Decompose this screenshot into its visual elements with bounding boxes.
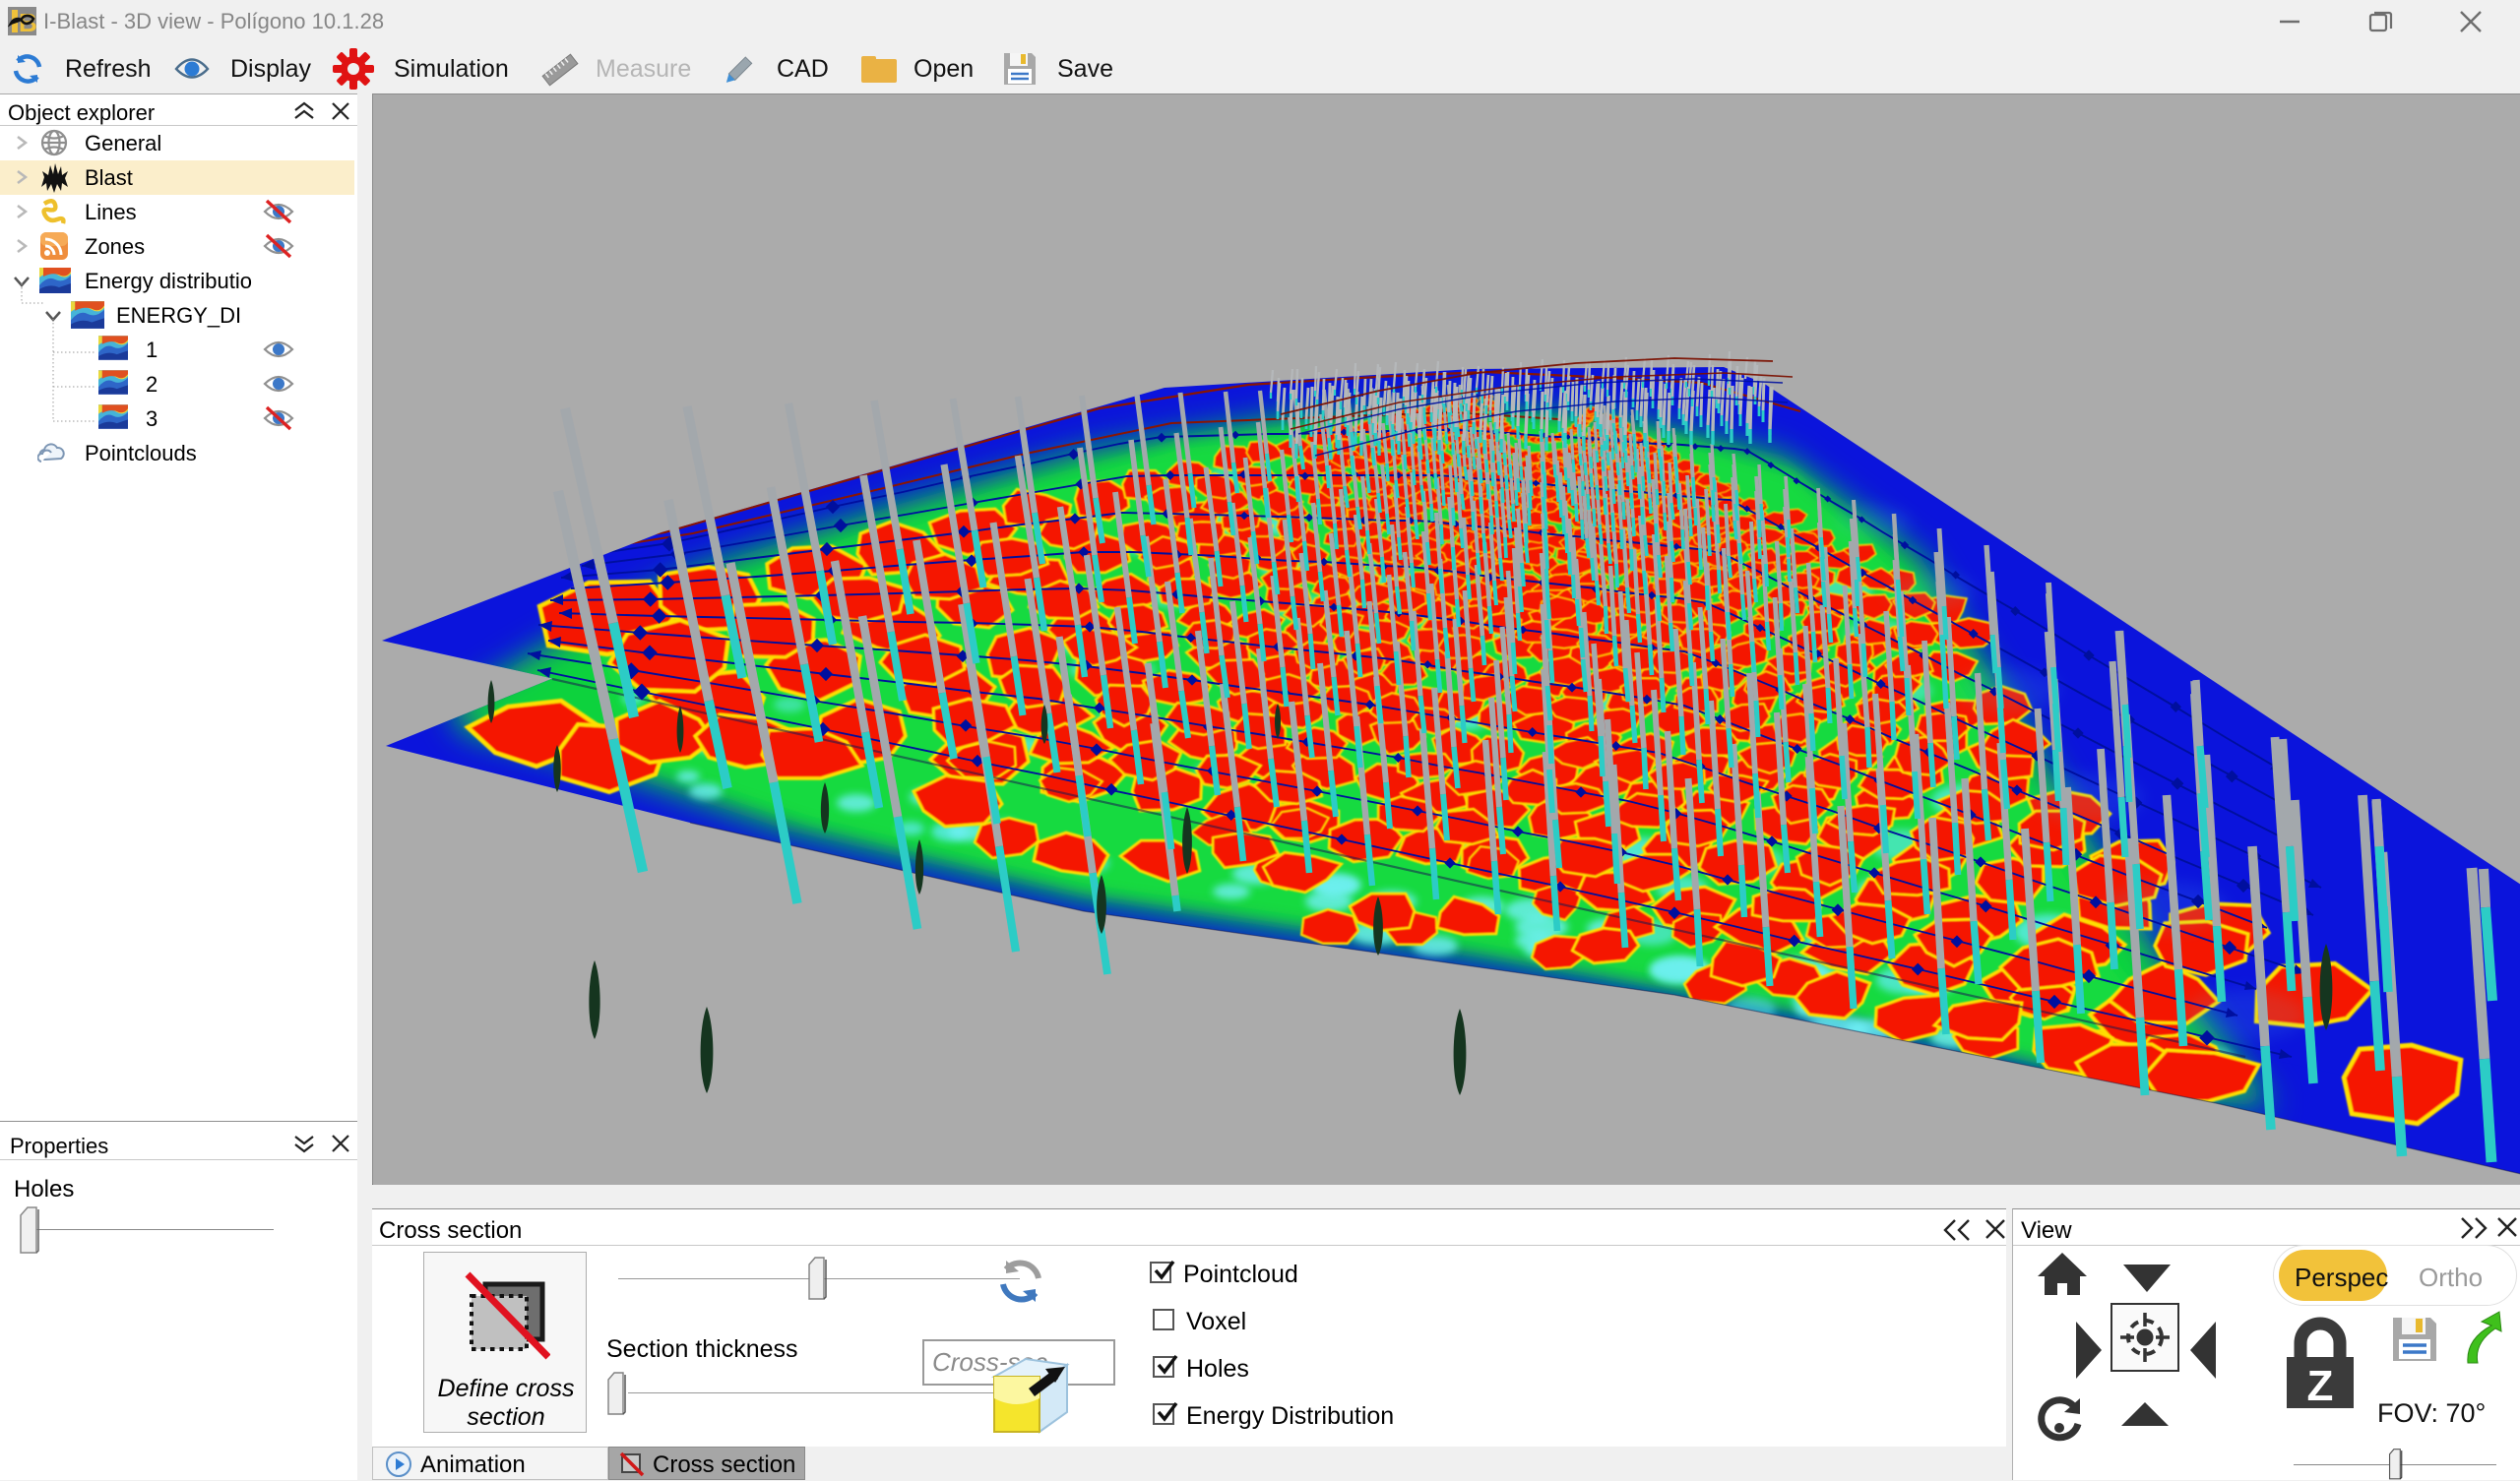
svg-text:Z: Z <box>2307 1362 2334 1410</box>
